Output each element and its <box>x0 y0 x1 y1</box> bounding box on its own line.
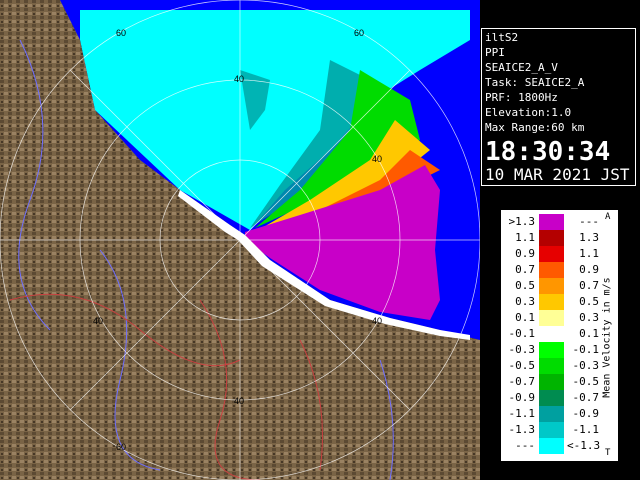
legend-high-value: 0.1 <box>579 327 599 340</box>
legend-low-value: -0.9 <box>508 391 536 404</box>
legend-row: 0.9 1.1 <box>501 246 601 262</box>
legend-row: -1.1 -0.9 <box>501 406 601 422</box>
legend-low-value: 1.1 <box>515 231 535 244</box>
product-name: SEAICE2_A_V <box>485 61 558 74</box>
legend-low-value: -1.1 <box>508 407 536 420</box>
legend-color-swatch <box>539 278 564 294</box>
legend-row: -0.3 -0.1 <box>501 342 601 358</box>
legend-high-value: -0.9 <box>572 407 600 420</box>
legend-high-value: -0.5 <box>572 375 600 388</box>
scan-date: 10 MAR 2021 JST <box>485 165 630 184</box>
legend-color-swatch <box>539 214 564 230</box>
legend-low-value: -0.7 <box>508 375 536 388</box>
legend-row: --- <-1.3 <box>501 438 601 454</box>
legend-high-value: -0.1 <box>572 343 600 356</box>
legend-color-swatch <box>539 246 564 262</box>
legend-corner-bottom: T <box>605 448 611 458</box>
legend-low-value: -0.5 <box>508 359 536 372</box>
legend-high-value: 0.7 <box>579 279 599 292</box>
elevation-value: Elevation:1.0 <box>485 106 572 119</box>
legend-low-value: >1.3 <box>508 215 536 228</box>
range-label: 40 <box>234 74 244 84</box>
range-label: 40 <box>372 316 382 326</box>
range-label: 60 <box>116 28 126 38</box>
legend-low-value: 0.3 <box>515 295 535 308</box>
range-label: 40 <box>372 154 382 164</box>
legend-low-value: 0.1 <box>515 311 535 324</box>
legend-row: -0.1 0.1 <box>501 326 601 342</box>
legend-low-value: 0.9 <box>515 247 535 260</box>
legend-high-value: 0.3 <box>579 311 599 324</box>
legend-color-swatch <box>539 422 564 438</box>
legend-color-swatch <box>539 310 564 326</box>
legend-title: Mean Velocity in m/s <box>601 277 613 398</box>
legend-row: 0.7 0.9 <box>501 262 601 278</box>
range-rings <box>0 0 480 480</box>
range-label: 60 <box>354 28 364 38</box>
legend-color-swatch <box>539 342 564 358</box>
legend-low-value: 0.5 <box>515 279 535 292</box>
legend-row: 0.3 0.5 <box>501 294 601 310</box>
legend-row: -0.7 -0.5 <box>501 374 601 390</box>
legend-high-value: -1.1 <box>572 423 600 436</box>
legend-low-value: -0.3 <box>508 343 536 356</box>
legend-color-swatch <box>539 406 564 422</box>
legend-row: -0.9 -0.7 <box>501 390 601 406</box>
ppi-radar-map[interactable]: 60 40 60 40 40 40 40 60 <box>0 0 480 480</box>
legend-high-value: 1.3 <box>579 231 599 244</box>
legend-low-value: -0.1 <box>508 327 536 340</box>
scan-time: 18:30:34 <box>485 137 611 167</box>
legend-low-value: 0.7 <box>515 263 535 276</box>
legend-row: 0.5 0.7 <box>501 278 601 294</box>
radar-site-name: iltS2 <box>485 31 519 44</box>
legend-low-value: --- <box>515 439 535 452</box>
range-label: 40 <box>93 316 103 326</box>
task-name: Task: SEAICE2_A <box>485 76 585 89</box>
range-label: 40 <box>234 396 244 406</box>
scan-mode: PPI <box>485 46 505 59</box>
legend-low-value: -1.3 <box>508 423 536 436</box>
legend-high-value: --- <box>579 215 599 228</box>
legend-color-swatch <box>539 230 564 246</box>
legend-title-area: Mean Velocity in m/s <box>597 240 617 440</box>
legend-high-value: -0.3 <box>572 359 600 372</box>
max-range-value: Max Range:60 km <box>485 121 585 134</box>
legend-high-value: 0.5 <box>579 295 599 308</box>
legend-color-swatch <box>539 438 564 454</box>
legend-color-swatch <box>539 326 564 342</box>
legend-row: -0.5 -0.3 <box>501 358 601 374</box>
prf-value: PRF: 1800Hz <box>485 91 558 104</box>
legend-high-value: 0.9 <box>579 263 599 276</box>
range-label: 60 <box>116 442 126 452</box>
velocity-legend: >1.3 --- 1.1 1.3 0.9 1.1 0.7 0.9 0.5 0.7 0.3 0.5 0.1… <box>499 208 620 463</box>
legend-high-value: -0.7 <box>572 391 600 404</box>
legend-corner-top: A <box>605 212 611 222</box>
legend-color-swatch <box>539 358 564 374</box>
legend-color-swatch <box>539 262 564 278</box>
legend-color-swatch <box>539 374 564 390</box>
legend-high-value: <-1.3 <box>567 439 601 452</box>
radar-display: 60 40 60 40 40 40 40 60 iltS2 PPI SEAICE… <box>0 0 640 480</box>
legend-color-swatch <box>539 390 564 406</box>
legend-row: 0.1 0.3 <box>501 310 601 326</box>
legend-row: 1.1 1.3 <box>501 230 601 246</box>
scan-info-panel: iltS2 PPI SEAICE2_A_V Task: SEAICE2_A PR… <box>481 28 636 186</box>
legend-color-swatch <box>539 294 564 310</box>
legend-row: -1.3 -1.1 <box>501 422 601 438</box>
legend-row: >1.3 --- <box>501 214 601 230</box>
legend-high-value: 1.1 <box>579 247 599 260</box>
